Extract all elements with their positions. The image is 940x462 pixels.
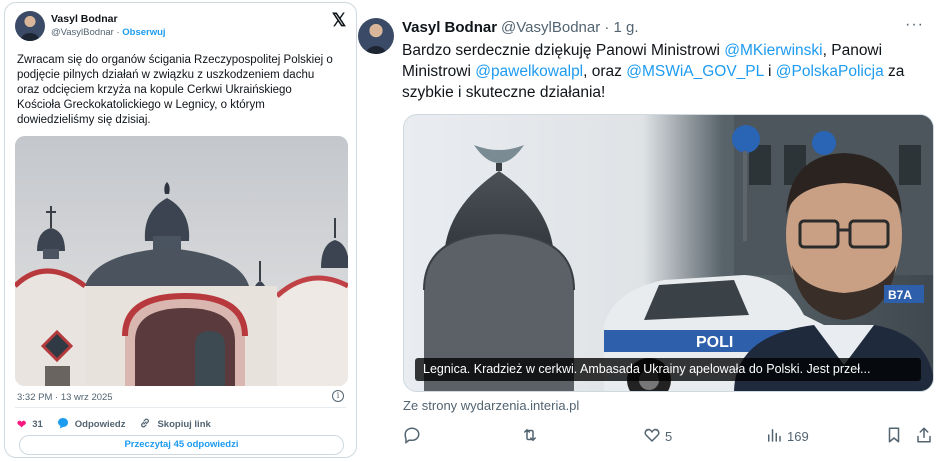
reply-label: Odpowiedz [74,419,126,430]
embedded-tweet-card[interactable]: Vasyl Bodnar @VasylBodnar · Obserwuj 𝕏 Z… [4,2,357,458]
news-photo: POLI B7A [404,115,933,391]
reply-icon [57,417,69,432]
embedded-actions: ❤ 31 Odpowiedz Skopiuj link [17,417,225,432]
mention-link[interactable]: @MKierwinski [724,42,822,59]
author-handle-time[interactable]: @VasylBodnar · 1 g. [501,19,639,36]
like-button[interactable]: 5 [643,426,672,447]
like-count: 31 [32,419,43,430]
tweet-header: Vasyl Bodnar @VasylBodnar · 1 g. [402,18,639,38]
avatar[interactable] [15,11,45,41]
avatar[interactable] [358,18,394,54]
link-source[interactable]: Ze strony wydarzenia.interia.pl [403,398,579,413]
like-count: 5 [665,429,673,444]
copy-link-button[interactable]: Skopiuj link [139,417,211,432]
heart-icon: ❤ [17,419,27,431]
text-segment: i [763,63,776,80]
bookmark-icon [885,426,903,447]
retweet-button[interactable] [521,426,539,447]
timestamp[interactable]: 3:32 PM · 13 wrz 2025 [17,392,113,403]
share-button[interactable] [915,426,933,447]
author-name[interactable]: Vasyl Bodnar [51,13,166,26]
link-icon [139,417,151,432]
embedded-tweet-header: Vasyl Bodnar @VasylBodnar · Obserwuj [15,11,166,41]
views-icon [765,426,783,447]
views-button[interactable]: 169 [765,426,809,447]
heart-icon [643,426,661,447]
bookmark-button[interactable] [885,426,903,447]
church-photo[interactable] [15,136,348,386]
church-illustration [15,136,348,386]
read-replies-button[interactable]: Przeczytaj 45 odpowiedzi [19,435,344,455]
tweet-text: Bardzo serdecznie dziękuję Panowi Minist… [402,40,912,103]
x-logo-icon[interactable]: 𝕏 [330,11,348,29]
mention-link[interactable]: @pawelkowalpl [475,63,583,80]
author-handle[interactable]: @VasylBodnar [51,27,114,38]
svg-text:B7A: B7A [888,288,912,302]
reply-button[interactable] [403,426,421,447]
divider [15,407,346,408]
copy-link-label: Skopiuj link [157,419,211,430]
tweet-actions: 5 169 [403,426,934,446]
tweet-text: Zwracam się do organów ścigania Rzeczypo… [17,54,333,126]
text-segment: , oraz [583,63,627,80]
follow-button[interactable]: Obserwuj [122,27,165,38]
reply-button[interactable]: Odpowiedz [57,417,126,432]
like-button[interactable]: ❤ 31 [17,418,43,431]
share-icon [915,426,933,447]
mention-link[interactable]: @PolskaPolicja [776,63,884,80]
link-card-image[interactable]: POLI B7A [403,114,934,392]
views-count: 169 [787,429,809,444]
info-icon[interactable]: i [332,390,344,402]
svg-text:POLI: POLI [696,334,733,351]
retweet-icon [521,426,539,447]
text-segment: Bardzo serdecznie dziękuję Panowi Minist… [402,42,725,59]
mention-link[interactable]: @MSWiA_GOV_PL [626,63,763,80]
media-caption[interactable]: Legnica. Kradzież w cerkwi. Ambasada Ukr… [415,358,921,381]
separator: · [116,27,120,38]
reply-icon [403,426,421,447]
author-name[interactable]: Vasyl Bodnar [402,19,497,36]
more-icon[interactable]: ··· [905,16,924,34]
